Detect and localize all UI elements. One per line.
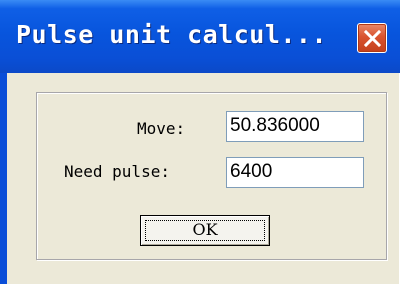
need-pulse-input[interactable]: 6400	[226, 157, 364, 188]
close-x-icon	[364, 30, 381, 47]
title-bar[interactable]: Pulse unit calcul...	[0, 0, 400, 73]
ok-button-label: OK	[192, 220, 218, 239]
dialog-client-area: Move: 50.836000 Need pulse: 6400 OK	[14, 73, 399, 284]
ok-button[interactable]: OK	[140, 215, 270, 246]
close-button[interactable]	[357, 23, 387, 53]
window-title: Pulse unit calcul...	[16, 20, 328, 49]
move-input[interactable]: 50.836000	[226, 111, 364, 142]
need-pulse-label: Need pulse:	[64, 162, 170, 181]
move-label: Move:	[137, 119, 186, 138]
